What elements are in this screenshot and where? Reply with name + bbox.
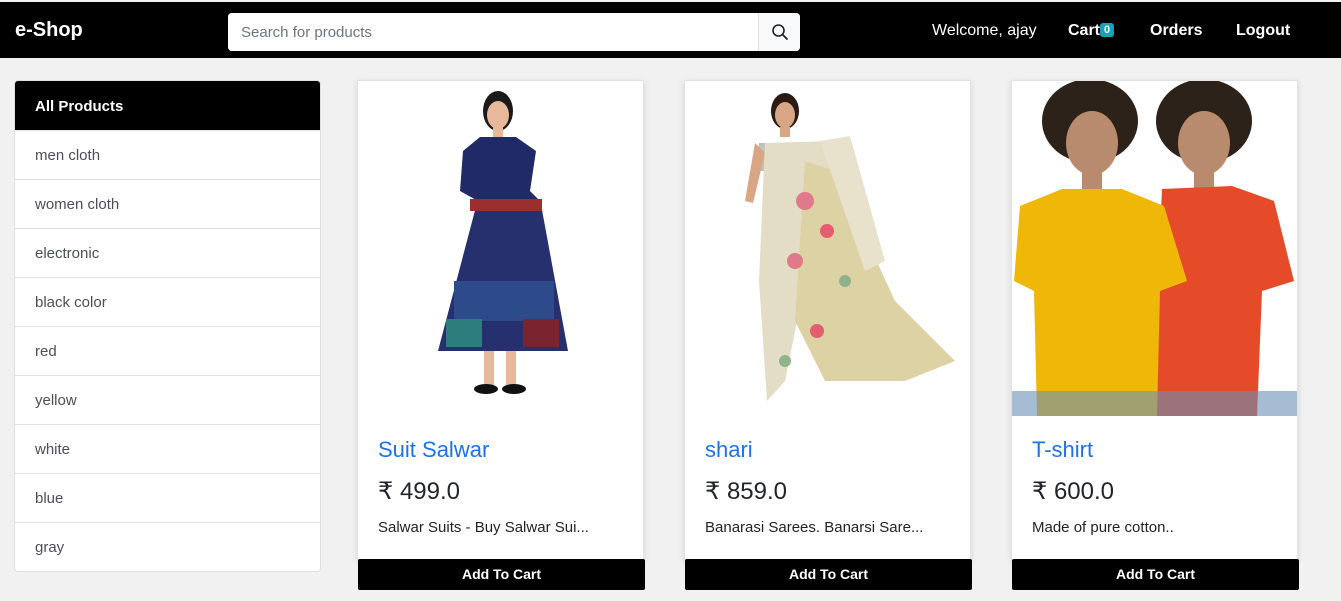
add-to-cart-button[interactable]: Add To Cart <box>358 559 645 590</box>
search-button[interactable] <box>758 13 800 51</box>
cart-count-badge: 0 <box>1100 23 1115 37</box>
category-sidebar: All Products men cloth women cloth elect… <box>14 80 321 572</box>
sidebar-item-men-cloth[interactable]: men cloth <box>15 130 320 179</box>
cart-label: Cart <box>1068 22 1101 39</box>
add-to-cart-button[interactable]: Add To Cart <box>1012 559 1299 590</box>
product-title[interactable]: shari <box>705 437 753 463</box>
sidebar-item-black-color[interactable]: black color <box>15 277 320 326</box>
product-title[interactable]: Suit Salwar <box>378 437 489 463</box>
orders-link[interactable]: Orders <box>1150 22 1202 40</box>
sidebar-item-red[interactable]: red <box>15 326 320 375</box>
product-price: ₹ 600.0 <box>1032 478 1114 505</box>
search-input[interactable] <box>228 13 758 51</box>
cart-link[interactable]: Cart 0 <box>1068 22 1115 40</box>
sidebar-item-gray[interactable]: gray <box>15 522 320 571</box>
search-icon <box>771 24 788 40</box>
sidebar-item-blue[interactable]: blue <box>15 473 320 522</box>
add-to-cart-button[interactable]: Add To Cart <box>685 559 972 590</box>
product-image[interactable] <box>358 81 643 416</box>
product-title[interactable]: T-shirt <box>1032 437 1093 463</box>
logout-link[interactable]: Logout <box>1236 22 1290 40</box>
welcome-text: Welcome, ajay <box>932 22 1037 39</box>
top-navbar: e-Shop Welcome, ajay Cart0 Orders Logout <box>0 0 1341 58</box>
product-image[interactable] <box>1012 81 1297 416</box>
product-card: Suit Salwar ₹ 499.0 Salwar Suits - Buy S… <box>357 80 645 590</box>
product-description: Banarasi Sarees. Banarsi Sare... <box>705 519 924 536</box>
product-price: ₹ 499.0 <box>378 478 460 505</box>
sidebar-item-all-products[interactable]: All Products <box>15 81 320 130</box>
product-card: T-shirt ₹ 600.0 Made of pure cotton.. Ad… <box>1011 80 1299 590</box>
product-price: ₹ 859.0 <box>705 478 787 505</box>
search-bar <box>228 13 800 51</box>
sidebar-item-yellow[interactable]: yellow <box>15 375 320 424</box>
sidebar-item-white[interactable]: white <box>15 424 320 473</box>
sidebar-item-women-cloth[interactable]: women cloth <box>15 179 320 228</box>
product-image[interactable] <box>685 81 970 416</box>
product-description: Made of pure cotton.. <box>1032 519 1174 536</box>
product-description: Salwar Suits - Buy Salwar Sui... <box>378 519 589 536</box>
brand-logo[interactable]: e-Shop <box>15 19 83 42</box>
sidebar-item-electronic[interactable]: electronic <box>15 228 320 277</box>
product-card: shari ₹ 859.0 Banarasi Sarees. Banarsi S… <box>684 80 972 590</box>
